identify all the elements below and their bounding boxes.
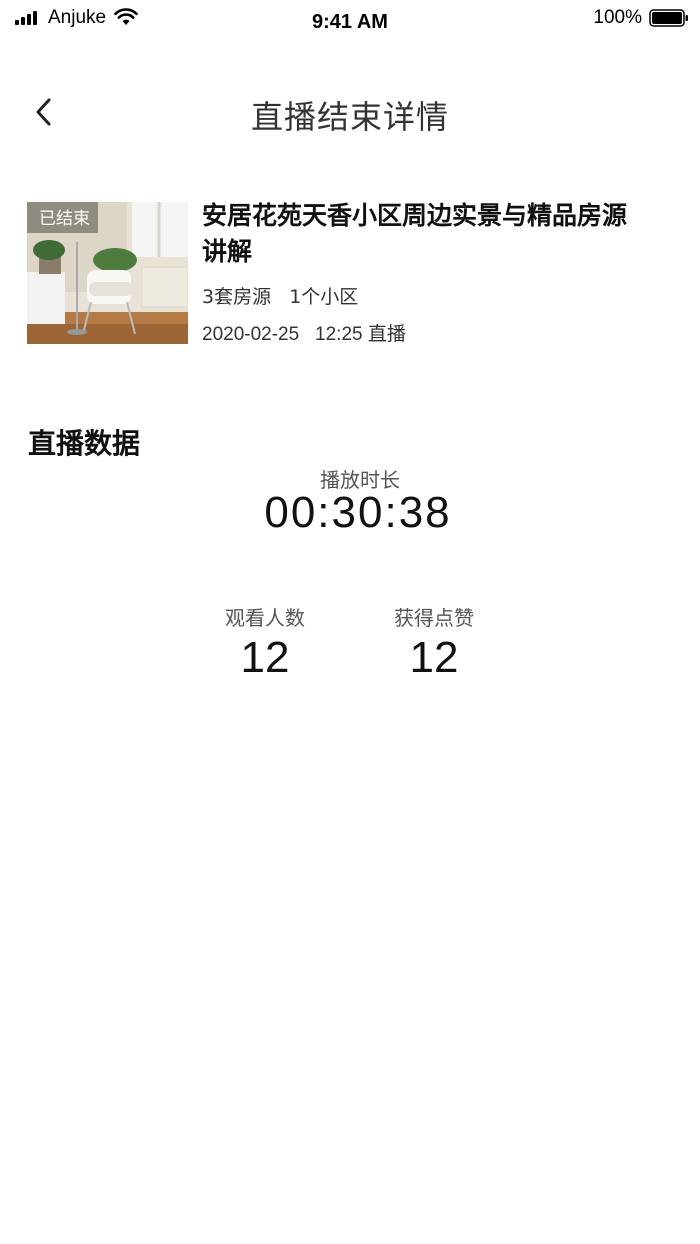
live-meta: 3套房源 1个小区 <box>202 286 359 308</box>
live-summary-card[interactable]: 已结束 安居花苑天香小区周边实景与精品房源讲解 3套房源 1个小区 2020-0… <box>27 201 677 346</box>
ended-badge: 已结束 <box>27 202 98 233</box>
section-title: 直播数据 <box>28 427 141 460</box>
viewers-value: 12 <box>240 633 290 682</box>
status-bar: Anjuke 9:41 AM 100% <box>0 0 700 40</box>
duration-value: 00:30:38 <box>264 488 452 537</box>
likes-label: 获得点赞 <box>394 606 474 630</box>
likes-stat: 获得点赞 12 <box>349 602 519 683</box>
battery-percent: 100% <box>593 7 642 28</box>
live-title: 安居花苑天香小区周边实景与精品房源讲解 <box>202 201 628 266</box>
viewers-label: 观看人数 <box>225 606 305 630</box>
page-title: 直播结束详情 <box>250 98 449 136</box>
viewers-stat: 观看人数 12 <box>180 602 350 683</box>
live-cover-image: 已结束 <box>27 202 188 344</box>
likes-value: 12 <box>409 633 459 682</box>
battery-icon <box>649 9 688 27</box>
live-time: 2020-02-25 12:25 直播 <box>202 324 406 345</box>
